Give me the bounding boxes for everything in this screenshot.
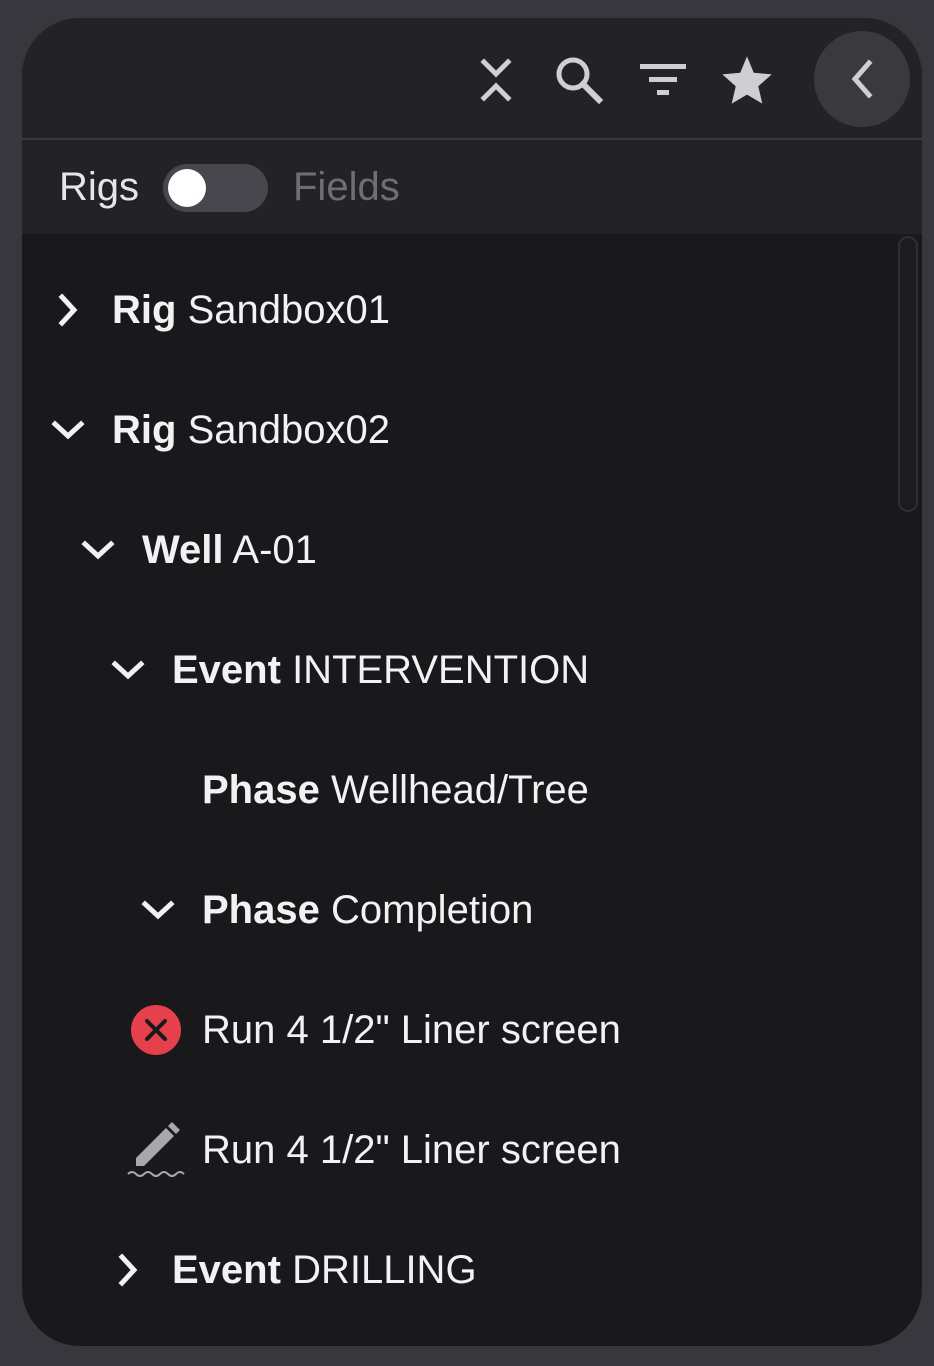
row-kind: Event [172, 648, 281, 692]
row-kind: Event [172, 1248, 281, 1292]
row-name: Sandbox02 [187, 408, 390, 452]
error-icon [130, 1004, 182, 1056]
chevron-down-icon[interactable] [134, 886, 182, 934]
row-name: Wellhead/Tree [330, 768, 589, 812]
tree-row-phase-completion[interactable]: Phase Completion [22, 870, 882, 950]
tree-row-well-a01[interactable]: Well A-01 [22, 510, 882, 590]
search-button[interactable] [549, 50, 609, 110]
tree-scrollbar[interactable] [898, 236, 918, 512]
tree-row-event-drilling[interactable]: Event DRILLING [22, 1230, 882, 1310]
navigation-panel: Rigs Fields Rig Sandbox01 Rig Sandbox02 … [22, 18, 922, 1346]
tree-row-event-intervention[interactable]: Event INTERVENTION [22, 630, 882, 710]
search-icon [556, 57, 604, 105]
tree-row-run-draft[interactable]: Run 4 1/2" Liner screen [22, 1110, 882, 1190]
favorites-button[interactable] [717, 50, 777, 110]
row-name: Completion [330, 888, 534, 932]
toolbar [22, 18, 922, 140]
chevron-right-icon[interactable] [44, 286, 92, 334]
collapse-all-icon [480, 58, 512, 102]
tree-row-phase-wellhead-tree[interactable]: Phase Wellhead/Tree [22, 750, 882, 830]
star-icon [722, 56, 772, 104]
row-name: A-01 [232, 528, 317, 572]
fields-label[interactable]: Fields [293, 164, 400, 210]
chevron-down-icon[interactable] [74, 526, 122, 574]
tree-row-run-error[interactable]: Run 4 1/2" Liner screen [22, 990, 882, 1070]
row-kind: Rig [112, 288, 177, 332]
run-label: Run 4 1/2" Liner screen [202, 1128, 621, 1172]
collapse-panel-button[interactable] [814, 31, 910, 127]
row-kind: Phase [202, 888, 320, 932]
row-kind: Phase [202, 768, 320, 812]
rig-tree: Rig Sandbox01 Rig Sandbox02 Well A-01 Ev… [22, 234, 922, 1346]
row-name: Sandbox01 [187, 288, 390, 332]
pencil-icon [126, 1120, 188, 1180]
row-name: DRILLING [292, 1248, 477, 1292]
run-label: Run 4 1/2" Liner screen [202, 1008, 621, 1052]
tree-row-rig-sandbox02[interactable]: Rig Sandbox02 [22, 390, 882, 470]
chevron-left-icon [851, 59, 873, 99]
collapse-all-button[interactable] [466, 50, 526, 110]
rigs-label[interactable]: Rigs [59, 164, 139, 210]
toggle-knob [168, 169, 206, 207]
view-toggle-bar: Rigs Fields [22, 140, 922, 234]
chevron-down-icon[interactable] [104, 646, 152, 694]
chevron-right-icon[interactable] [104, 1246, 152, 1294]
row-kind: Well [142, 528, 224, 572]
tree-row-rig-sandbox01[interactable]: Rig Sandbox01 [22, 270, 882, 350]
filter-icon [640, 64, 686, 95]
row-kind: Rig [112, 408, 177, 452]
filter-button[interactable] [633, 50, 693, 110]
row-name: INTERVENTION [292, 648, 590, 692]
chevron-down-icon[interactable] [44, 406, 92, 454]
rigs-fields-toggle[interactable] [163, 164, 268, 212]
